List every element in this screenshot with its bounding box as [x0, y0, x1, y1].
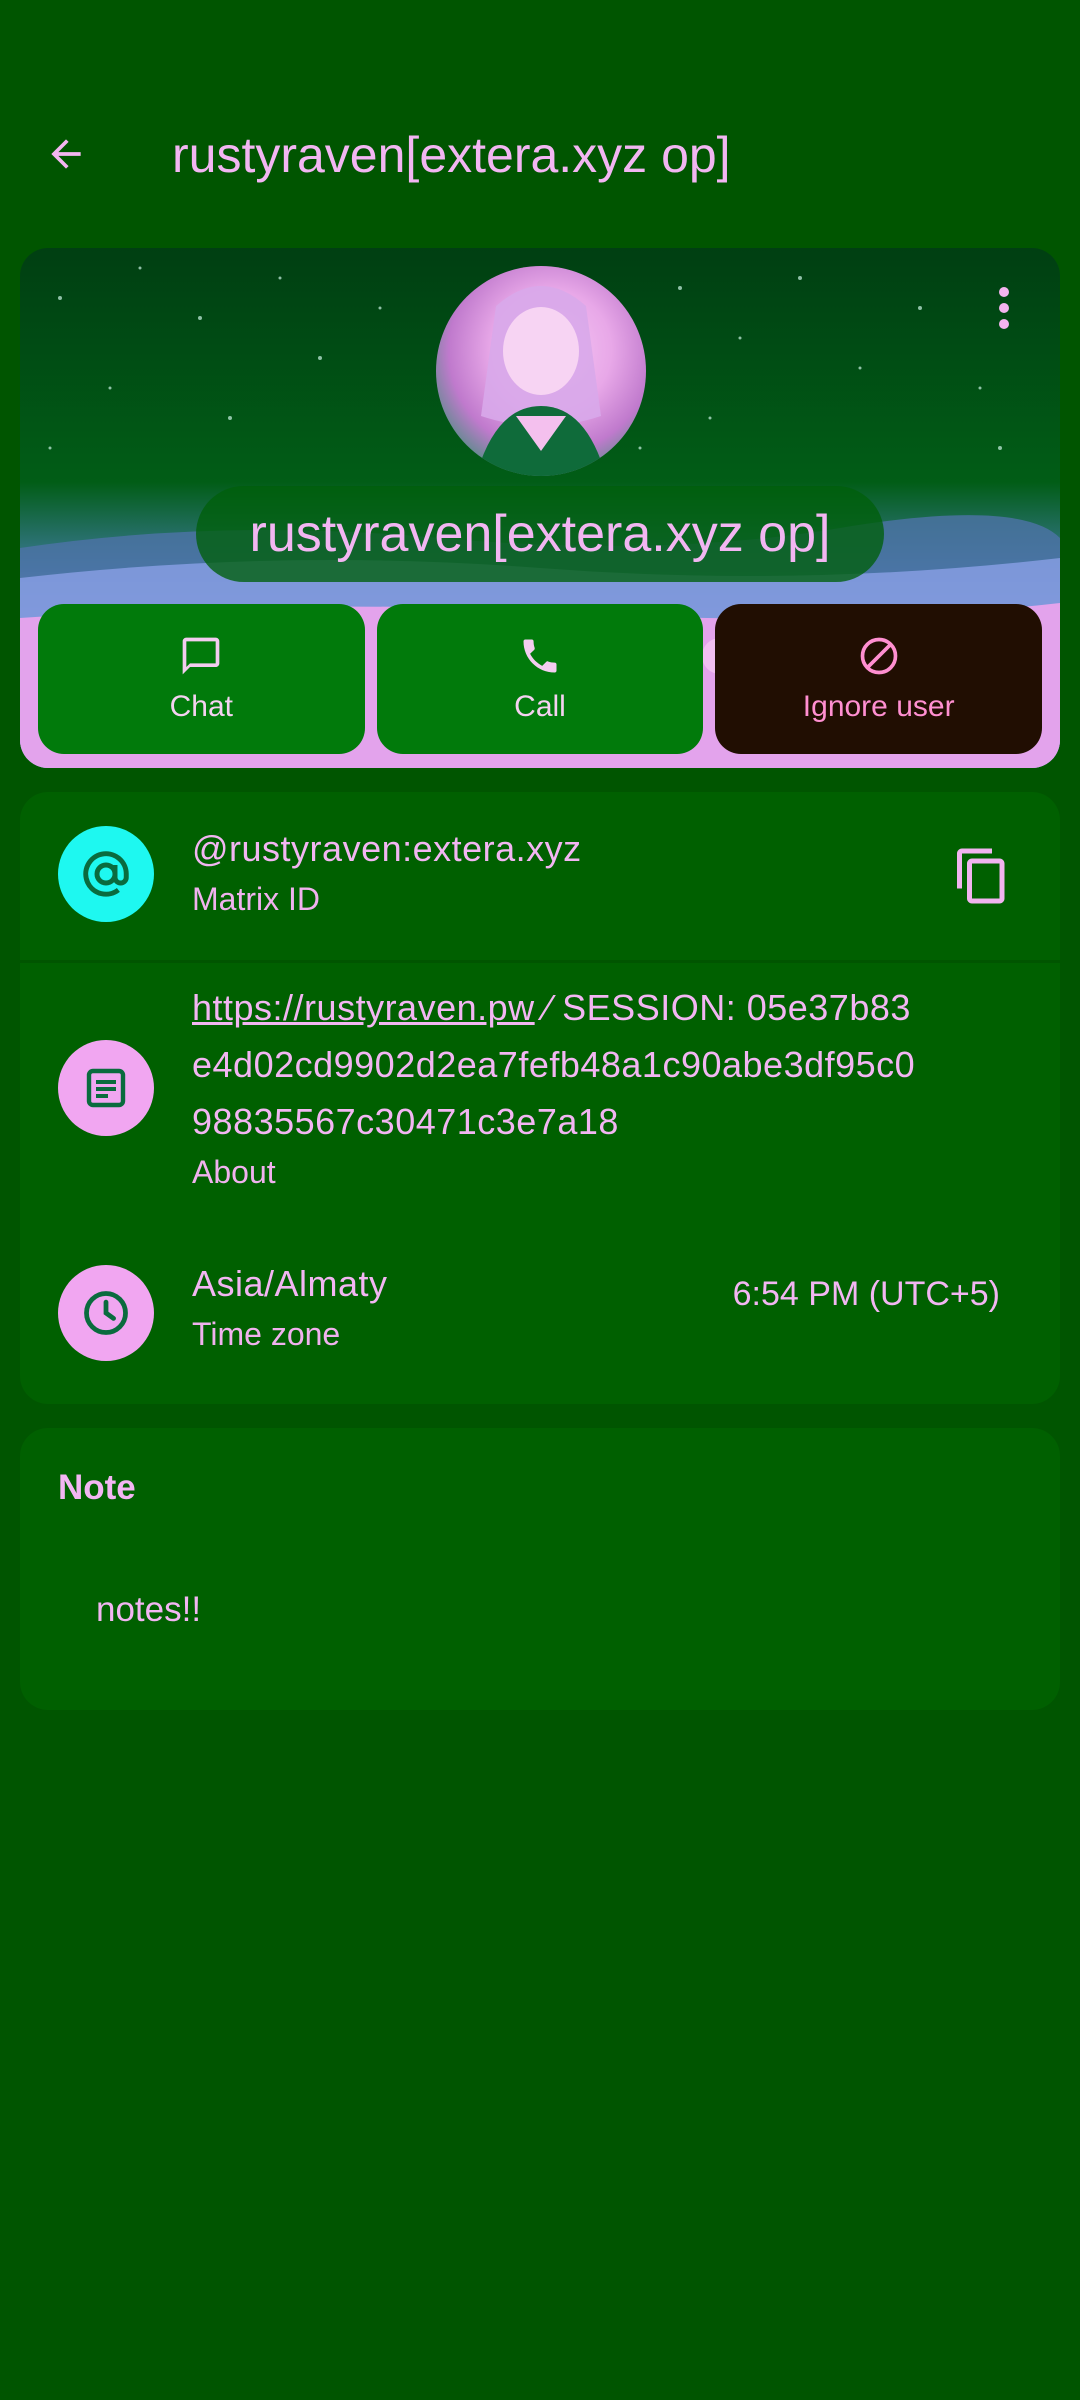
note-title: Note — [58, 1468, 136, 1507]
about-text-line2: e4d02cd9902d2ea7fefb48a1c90abe3df95c0 — [192, 1044, 916, 1085]
chat-bubble-icon — [182, 637, 220, 675]
matrix-id-row[interactable]: @rustyraven:extera.xyz Matrix ID — [20, 792, 1060, 960]
about-text-line3: 98835567c30471c3e7a18 — [192, 1101, 619, 1142]
copy-icon — [957, 848, 1005, 904]
ignore-user-button[interactable]: Ignore user — [715, 604, 1043, 754]
note-text[interactable]: notes!! — [96, 1590, 201, 1630]
more-options-button[interactable] — [984, 278, 1024, 338]
about-label: About — [192, 1154, 276, 1190]
call-button[interactable]: Call — [376, 604, 704, 754]
phone-icon — [523, 639, 557, 673]
chat-button[interactable]: Chat — [38, 604, 365, 754]
profile-info-card: @rustyraven:extera.xyz Matrix ID https:/… — [20, 792, 1060, 1404]
more-vert-icon — [999, 287, 1009, 297]
app-bar: rustyraven[extera.xyz op] — [0, 100, 1080, 220]
matrix-id-value: @rustyraven:extera.xyz — [192, 828, 582, 869]
ignore-user-button-label: Ignore user — [802, 690, 955, 723]
about-text-line1: ⁄ SESSION: 05e37b83 — [534, 987, 911, 1028]
call-button-label: Call — [514, 690, 566, 723]
block-icon — [860, 637, 898, 675]
back-button[interactable] — [36, 124, 96, 184]
page-title: rustyraven[extera.xyz op] — [172, 127, 731, 183]
time-zone-label: Time zone — [192, 1316, 341, 1352]
matrix-id-icon-badge — [58, 826, 154, 922]
about-website-link[interactable]: https://rustyraven.pw — [192, 987, 535, 1028]
matrix-id-label: Matrix ID — [192, 881, 320, 917]
time-zone-icon-badge — [58, 1265, 154, 1361]
display-name: rustyraven[extera.xyz op] — [196, 486, 884, 582]
clock-icon — [84, 1291, 128, 1335]
action-row: Chat Call Ignore user — [38, 604, 1043, 754]
avatar[interactable] — [436, 266, 646, 476]
chat-button-label: Chat — [169, 690, 234, 723]
arrow-back-icon — [51, 139, 81, 169]
at-sign-icon — [83, 851, 129, 897]
article-icon — [86, 1068, 126, 1108]
avatar-illustration — [476, 286, 606, 476]
time-zone-row: Asia/Almaty Time zone 6:54 PM (UTC+5) — [20, 1225, 1060, 1404]
profile-header: rustyraven[extera.xyz op] Chat Call Igno… — [20, 248, 1060, 768]
copy-matrix-id-button[interactable] — [952, 844, 1012, 908]
about-row: https://rustyraven.pw ⁄ SESSION: 05e37b8… — [20, 963, 1060, 1225]
note-card: Note notes!! — [20, 1428, 1060, 1710]
local-time: 6:54 PM (UTC+5) — [732, 1275, 1000, 1313]
about-icon-badge — [58, 1040, 154, 1136]
